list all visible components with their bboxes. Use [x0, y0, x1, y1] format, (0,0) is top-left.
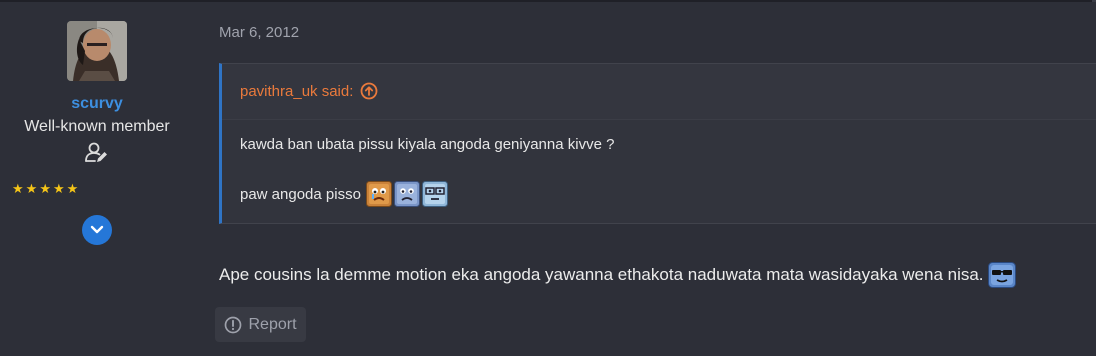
post-message-text: Ape cousins la demme motion eka angoda y… — [219, 265, 984, 284]
report-button[interactable]: Report — [215, 307, 306, 342]
chevron-down-icon — [90, 225, 104, 234]
post-message: Ape cousins la demme motion eka angoda y… — [219, 262, 1016, 288]
star-icon: ★ — [52, 181, 65, 196]
quote-block: pavithra_uk said: kawda ban ubata pissu … — [219, 63, 1096, 224]
report-label: Report — [248, 315, 297, 333]
post-date[interactable]: Mar 6, 2012 — [219, 24, 299, 41]
star-icon: ★ — [12, 181, 24, 196]
arrow-up-circle-icon[interactable] — [360, 82, 378, 100]
user-title: Well-known member — [24, 118, 170, 135]
quote-text: paw angoda pisso — [240, 185, 361, 203]
alert-circle-icon — [225, 316, 242, 333]
avatar-photo — [67, 21, 127, 81]
nerd-face-emoji — [421, 181, 448, 207]
quote-text-line: kawda ban ubata pissu kiyala angoda geni… — [240, 136, 615, 153]
message-post: scurvy Well-known member ★ ★ ★ ★ ★ Mar 6… — [0, 0, 1096, 356]
avatar[interactable] — [67, 21, 127, 81]
quote-header: pavithra_uk said: — [222, 64, 1096, 120]
quote-author-link[interactable]: pavithra_uk said: — [240, 82, 378, 100]
expand-user-info-button[interactable] — [82, 215, 112, 245]
crying-face-emoji — [365, 181, 392, 207]
quote-text-line-with-emojis: paw angoda pisso — [240, 181, 448, 207]
sunglasses-face-emoji — [987, 262, 1016, 288]
star-icon: ★ — [66, 181, 79, 196]
star-icon: ★ — [25, 181, 38, 196]
user-edit-icon — [83, 140, 109, 166]
top-divider-accent — [1092, 0, 1096, 2]
quote-author-label: pavithra_uk said: — [240, 82, 354, 100]
user-sidebar: scurvy Well-known member ★ ★ ★ ★ ★ — [0, 0, 194, 356]
rating-stars: ★ ★ ★ ★ ★ — [12, 182, 78, 196]
star-icon: ★ — [39, 181, 51, 196]
username-link[interactable]: scurvy — [0, 95, 194, 113]
sad-face-emoji — [393, 181, 420, 207]
